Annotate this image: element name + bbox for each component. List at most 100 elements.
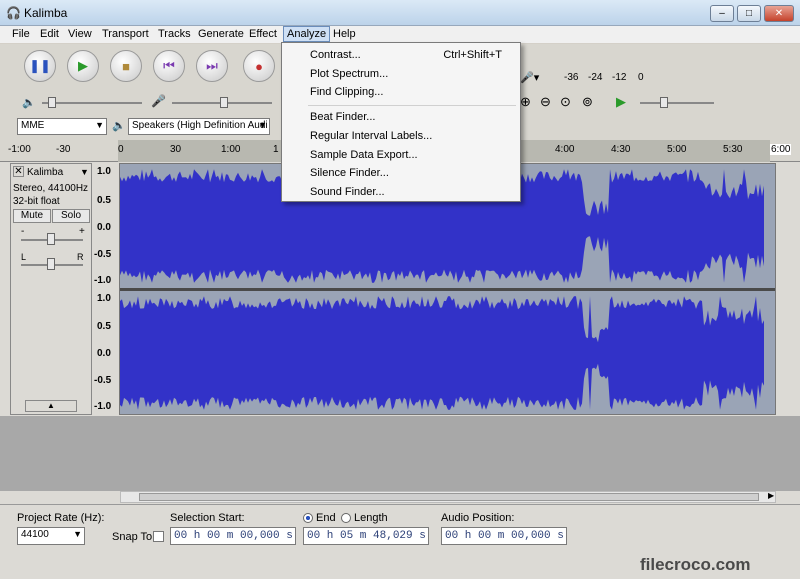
analyze-menu: Contrast... Ctrl+Shift+T Plot Spectrum..… xyxy=(281,42,521,202)
play-at-speed-icon[interactable]: ▶ xyxy=(616,94,626,110)
window-title: Kalimba xyxy=(24,6,68,20)
output-device-select[interactable]: Speakers (High Definition Audi ▼ xyxy=(128,118,270,135)
close-track-icon[interactable]: ✕ xyxy=(13,166,24,177)
end-radio[interactable] xyxy=(303,513,313,523)
speaker-output-icon: 🔈 xyxy=(112,120,126,132)
menu-tracks[interactable]: Tracks xyxy=(158,28,191,40)
stop-button[interactable]: ■ xyxy=(110,50,142,82)
horizontal-scrollbar[interactable] xyxy=(120,491,776,503)
menu-item-contrast[interactable]: Contrast... xyxy=(310,49,361,61)
track-menu-chevron-icon[interactable]: ▼ xyxy=(80,167,89,177)
project-rate-select[interactable]: 44100 ▼ xyxy=(17,527,85,545)
gain-plus-label: + xyxy=(79,226,85,237)
selection-start-field[interactable]: 00 h 00 m 00,000 s xyxy=(170,527,296,545)
vruler-label: -1.0 xyxy=(94,275,112,286)
pan-right-label: R xyxy=(77,252,84,262)
menu-analyze[interactable]: Analyze xyxy=(283,26,331,42)
fit-project-icon[interactable]: ⊚ xyxy=(582,94,593,110)
fit-selection-icon[interactable]: ⊙ xyxy=(560,94,571,110)
speaker-icon: 🔈 xyxy=(22,97,36,109)
play-speed-thumb[interactable] xyxy=(660,97,668,108)
menu-item-plot-spectrum[interactable]: Plot Spectrum... xyxy=(310,68,388,80)
watermark: filecroco.com xyxy=(640,555,751,574)
menu-item-silence-finder[interactable]: Silence Finder... xyxy=(310,167,389,179)
amplitude-ruler: 1.0 0.5 0.0 -0.5 -1.0 1.0 0.5 0.0 -0.5 -… xyxy=(92,163,119,415)
pan-left-label: L xyxy=(21,252,27,262)
ruler-tick: 4:30 xyxy=(611,144,631,155)
track-bitdepth: 32-bit float xyxy=(13,196,60,207)
chevron-down-icon: ▼ xyxy=(258,120,267,130)
ruler-tick: 1 xyxy=(273,144,279,155)
project-rate-value: 44100 xyxy=(21,529,49,540)
empty-track-area[interactable] xyxy=(0,416,800,491)
menu-item-find-clipping[interactable]: Find Clipping... xyxy=(310,86,383,98)
vruler-label: -0.5 xyxy=(94,375,112,386)
pan-slider-thumb[interactable] xyxy=(47,258,55,270)
record-volume-thumb[interactable] xyxy=(220,97,228,108)
end-label: End xyxy=(316,512,336,524)
output-device-value: Speakers (High Definition Audi xyxy=(132,120,268,131)
close-button[interactable]: ✕ xyxy=(764,5,794,22)
microphone-icon: 🎤 xyxy=(151,94,166,108)
menu-help[interactable]: Help xyxy=(333,28,356,40)
play-button[interactable]: ▶ xyxy=(67,50,99,82)
skip-start-button[interactable]: ⏮ xyxy=(153,50,185,82)
snap-to-label: Snap To xyxy=(112,531,153,543)
play-speed-slider[interactable] xyxy=(640,102,714,104)
menu-item-regular-interval-labels[interactable]: Regular Interval Labels... xyxy=(310,130,432,142)
ruler-tick: -1:00 xyxy=(8,144,31,155)
scrollbar-thumb[interactable] xyxy=(139,493,759,501)
maximize-button[interactable]: □ xyxy=(737,5,761,22)
vruler-label: -0.5 xyxy=(94,249,112,260)
gain-slider-thumb[interactable] xyxy=(47,233,55,245)
track-control-panel[interactable]: ✕ Kalimba ▼ Stereo, 44100Hz 32-bit float… xyxy=(10,163,92,415)
channel-divider xyxy=(120,288,775,291)
contrast-shortcut: Ctrl+Shift+T xyxy=(443,49,502,61)
zoom-in-icon[interactable]: ⊕ xyxy=(520,94,531,110)
pause-button[interactable]: ❚❚ xyxy=(24,50,56,82)
meter-label-24: -24 xyxy=(588,72,603,83)
ruler-tick: 1:00 xyxy=(221,144,241,155)
selection-end-field[interactable]: 00 h 05 m 48,029 s xyxy=(303,527,429,545)
menu-file[interactable]: File xyxy=(12,28,30,40)
vruler-label: 0.0 xyxy=(97,222,111,233)
vruler-label: 0.5 xyxy=(97,195,111,206)
menu-transport[interactable]: Transport xyxy=(102,28,149,40)
audio-position-label: Audio Position: xyxy=(441,512,515,524)
track-format: Stereo, 44100Hz xyxy=(13,183,89,194)
mic-meter-icon[interactable]: 🎤▾ xyxy=(520,71,539,84)
audio-position-field[interactable]: 00 h 00 m 00,000 s xyxy=(441,527,567,545)
playback-volume-thumb[interactable] xyxy=(48,97,56,108)
menu-view[interactable]: View xyxy=(68,28,92,40)
minimize-button[interactable]: – xyxy=(710,5,734,22)
menu-item-beat-finder[interactable]: Beat Finder... xyxy=(310,111,375,123)
menu-effect[interactable]: Effect xyxy=(249,28,277,40)
snap-to-checkbox[interactable] xyxy=(153,531,164,542)
skip-end-button[interactable]: ⏭ xyxy=(196,50,228,82)
length-radio[interactable] xyxy=(341,513,351,523)
chevron-down-icon: ▼ xyxy=(95,120,104,130)
solo-button[interactable]: Solo xyxy=(52,209,90,223)
menu-item-sound-finder[interactable]: Sound Finder... xyxy=(310,186,385,198)
mute-button[interactable]: Mute xyxy=(13,209,51,223)
menu-generate[interactable]: Generate xyxy=(198,28,244,40)
playback-volume-slider[interactable] xyxy=(42,102,142,104)
ruler-tick: 30 xyxy=(170,144,182,155)
project-rate-label: Project Rate (Hz): xyxy=(17,512,105,524)
ruler-tick: 5:30 xyxy=(723,144,743,155)
track-name[interactable]: Kalimba xyxy=(27,167,63,178)
vruler-label: 1.0 xyxy=(97,293,111,304)
collapse-track-button[interactable]: ▲ xyxy=(25,400,77,412)
gain-minus-label: - xyxy=(21,226,25,237)
scroll-right-icon[interactable]: ▶ xyxy=(768,491,774,500)
meter-label-36: -36 xyxy=(564,72,579,83)
vruler-label: 1.0 xyxy=(97,166,111,177)
record-button[interactable]: ● xyxy=(243,50,275,82)
app-icon: 🎧 xyxy=(6,6,21,20)
menu-edit[interactable]: Edit xyxy=(40,28,59,40)
zoom-out-icon[interactable]: ⊖ xyxy=(540,94,551,110)
selection-toolbar: Project Rate (Hz): 44100 ▼ Snap To Select… xyxy=(0,504,800,579)
menu-item-sample-data-export[interactable]: Sample Data Export... xyxy=(310,149,418,161)
audio-host-select[interactable]: MME ▼ xyxy=(17,118,107,135)
ruler-tick: 4:00 xyxy=(555,144,575,155)
